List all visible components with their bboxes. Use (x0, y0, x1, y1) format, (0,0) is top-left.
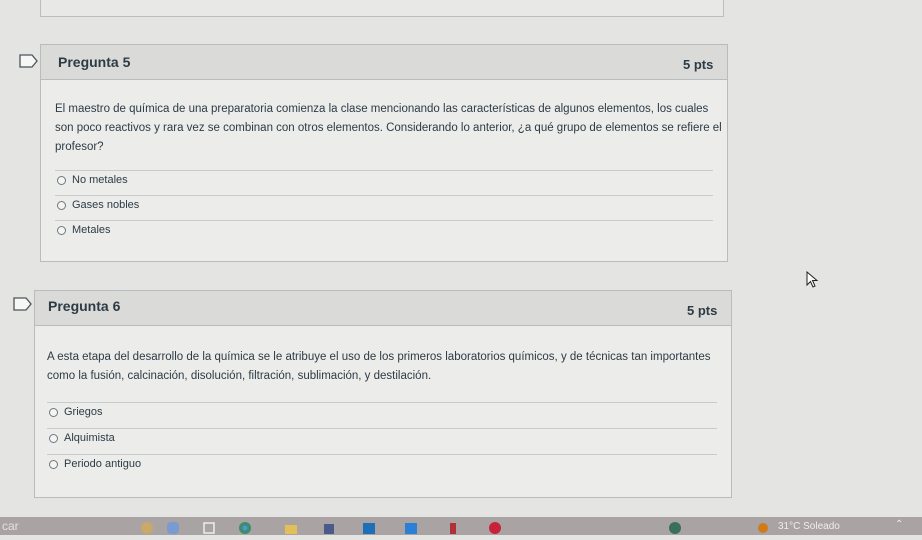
answer-divider (55, 170, 713, 171)
radio-button[interactable] (49, 459, 58, 469)
answer-divider (55, 220, 713, 221)
outlook-icon[interactable] (362, 521, 376, 535)
flag-question-icon[interactable] (19, 54, 39, 68)
answer-divider (47, 402, 717, 403)
app-icon[interactable] (446, 521, 460, 535)
answer-label: Periodo antiguo (64, 458, 142, 470)
answer-divider (55, 195, 713, 196)
question-5-card: Pregunta 5 5 pts El maestro de química d… (19, 44, 728, 262)
weather-text[interactable]: 31°C Soleado (778, 521, 840, 532)
taskbar-search-text[interactable]: car (2, 519, 19, 533)
question-points: 5 pts (683, 57, 714, 72)
answer-option[interactable]: Metales (57, 224, 111, 236)
question-text: El maestro de química de una preparatori… (55, 100, 725, 157)
leaf-widget-icon[interactable] (140, 521, 154, 535)
radio-button[interactable] (57, 175, 66, 185)
answer-option[interactable]: Gases nobles (57, 199, 139, 211)
answer-label: Metales (72, 224, 111, 236)
file-explorer-icon[interactable] (202, 521, 216, 535)
answer-option[interactable]: Alquimista (49, 432, 115, 444)
answer-divider (47, 454, 717, 455)
answer-label: Griegos (64, 406, 103, 418)
mouse-cursor-icon (806, 270, 820, 289)
teams-icon[interactable] (404, 521, 418, 535)
question-text-line: son poco reactivos y rara vez se combina… (55, 122, 722, 134)
question-title: Pregunta 6 (48, 298, 121, 314)
store-icon[interactable] (322, 521, 336, 535)
question-text-line: El maestro de química de una preparatori… (55, 103, 709, 115)
question-title: Pregunta 5 (58, 54, 131, 70)
question-text-line: como la fusión, calcinación, disolución,… (47, 370, 432, 382)
question-points: 5 pts (687, 303, 718, 318)
answer-option[interactable]: Periodo antiguo (49, 458, 141, 470)
answer-label: No metales (72, 174, 128, 186)
answer-option[interactable]: Griegos (49, 406, 103, 418)
answer-option[interactable]: No metales (57, 174, 128, 186)
previous-question-card (40, 0, 724, 17)
taskbar: car 31°C Soleado ⌃ (0, 517, 922, 535)
chrome-icon[interactable] (238, 521, 252, 535)
question-6-header: Pregunta 6 5 pts (13, 291, 731, 326)
opera-icon[interactable] (488, 521, 502, 535)
radio-button[interactable] (57, 200, 66, 210)
notification-icon[interactable] (756, 521, 770, 535)
answer-label: Gases nobles (72, 199, 140, 211)
question-text-line: A esta etapa del desarrollo de la químic… (47, 351, 711, 363)
question-text: A esta etapa del desarrollo de la químic… (47, 348, 727, 386)
flag-question-icon[interactable] (13, 297, 33, 311)
answer-divider (47, 428, 717, 429)
network-icon[interactable] (668, 521, 682, 535)
copilot-icon[interactable] (166, 521, 180, 535)
chevron-up-icon[interactable]: ⌃ (895, 519, 903, 530)
answer-label: Alquimista (64, 432, 115, 444)
radio-button[interactable] (49, 407, 58, 417)
question-5-header: Pregunta 5 5 pts (19, 45, 727, 80)
folder-icon[interactable] (284, 521, 298, 535)
question-6-card: Pregunta 6 5 pts A esta etapa del desarr… (13, 290, 732, 498)
radio-button[interactable] (57, 225, 66, 235)
question-text-line: profesor? (55, 141, 104, 153)
radio-button[interactable] (49, 433, 58, 443)
